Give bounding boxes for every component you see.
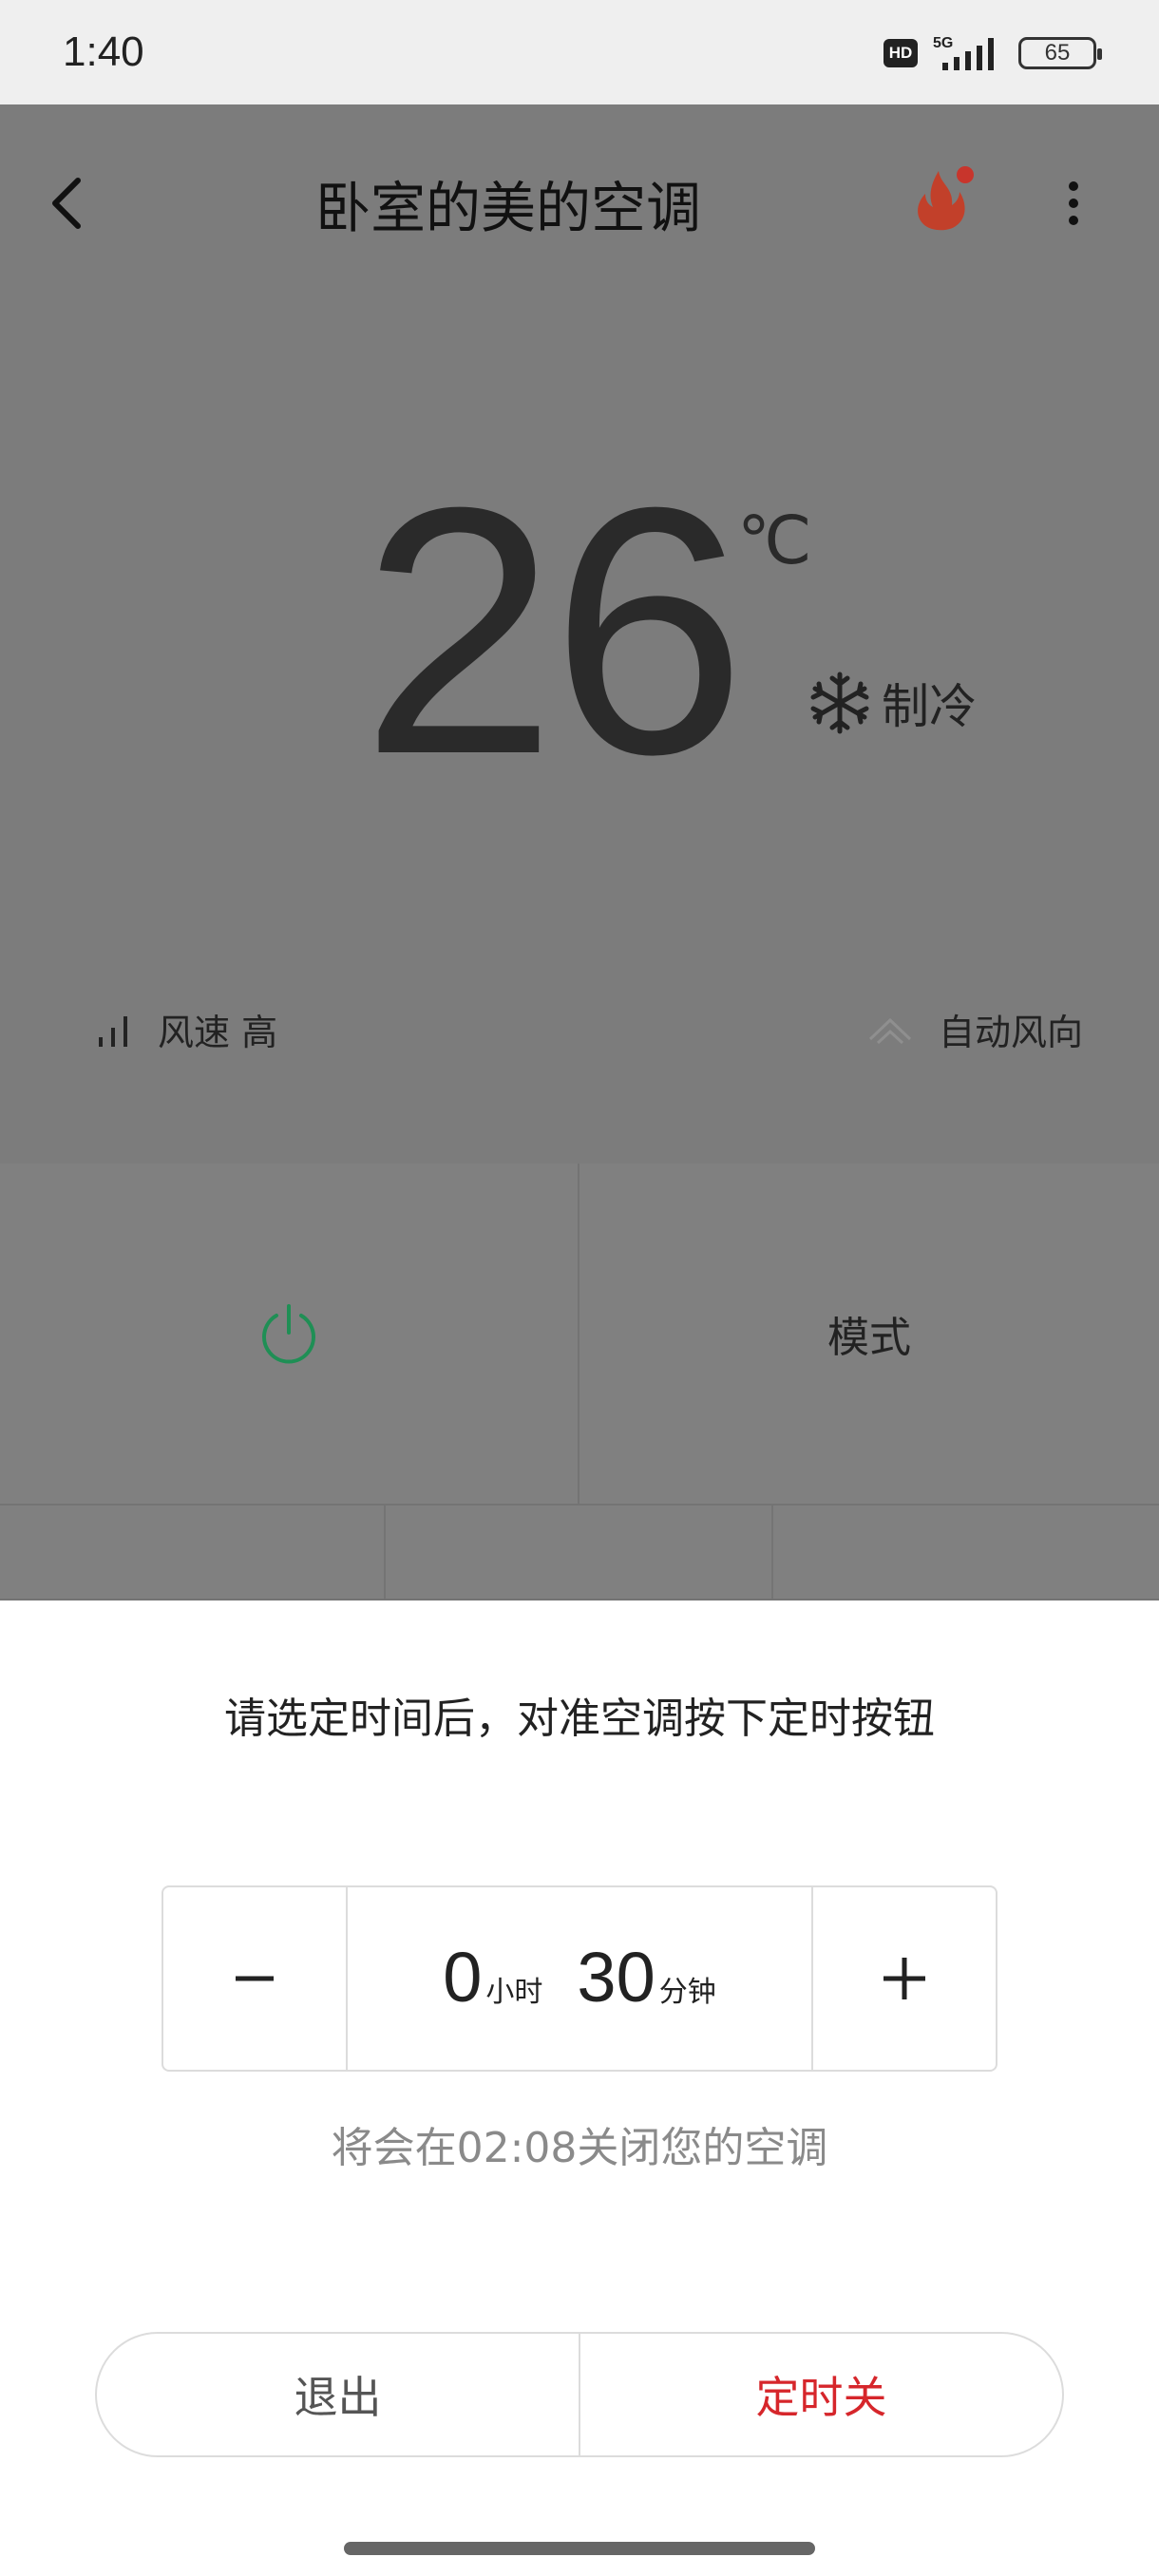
signal-5g-icon: 5G	[933, 35, 994, 70]
timer-display: 0 小时 30 分钟	[348, 1887, 811, 2070]
status-bar: 1:40 HD 5G 65	[0, 0, 1159, 104]
fan-speed[interactable]: 风速 高	[95, 1003, 277, 1055]
device-panel: 卧室的美的空调 26 ℃ 制冷 风速 高 自动风向	[0, 104, 1159, 1164]
fire-icon	[918, 166, 974, 231]
minus-icon	[236, 1976, 274, 1981]
increase-button[interactable]	[811, 1887, 996, 2070]
fire-button[interactable]	[910, 161, 977, 237]
power-icon	[262, 1304, 315, 1364]
battery-icon: 65	[1018, 37, 1102, 69]
more-icon	[1069, 181, 1078, 225]
power-button[interactable]	[0, 1164, 580, 1506]
hours-unit: 小时	[485, 1976, 543, 2009]
mode-button[interactable]: 模式	[580, 1164, 1159, 1506]
mode-button-label: 模式	[827, 1314, 911, 1362]
action-bar: 退出 定时关	[95, 2332, 1064, 2457]
status-icons: HD 5G 65	[884, 34, 1102, 72]
temperature-value: 26	[361, 435, 747, 827]
exit-button[interactable]: 退出	[97, 2334, 580, 2455]
more-button[interactable]	[1054, 165, 1092, 241]
timer-off-button[interactable]: 定时关	[580, 2334, 1062, 2455]
page-title: 卧室的美的空调	[314, 176, 701, 240]
battery-level: 65	[1044, 40, 1071, 66]
hours-value: 0	[443, 1938, 483, 2017]
timer-instruction: 请选定时间后，对准空调按下定时按钮	[224, 1695, 935, 1743]
control-cell-1[interactable]	[0, 1506, 386, 1601]
fan-speed-icon	[99, 1015, 127, 1047]
hd-icon: HD	[884, 39, 918, 67]
wind-direction[interactable]: 自动风向	[866, 1003, 1083, 1055]
timer-note: 将会在02:08关闭您的空调	[331, 2124, 828, 2172]
status-time: 1:40	[63, 28, 144, 75]
decrease-button[interactable]	[163, 1887, 348, 2070]
network-label: 5G	[933, 35, 953, 51]
minutes-unit: 分钟	[658, 1976, 716, 2009]
wind-direction-label: 自动风向	[938, 1012, 1083, 1053]
plus-icon	[884, 1958, 925, 1999]
timer-stepper: 0 小时 30 分钟	[162, 1885, 998, 2072]
fan-speed-label: 风速 高	[158, 1012, 278, 1053]
temperature-unit: ℃	[737, 502, 812, 579]
nav-bar: 卧室的美的空调	[0, 104, 1159, 285]
minutes-value: 30	[577, 1938, 656, 2017]
mode-indicator: 制冷	[808, 669, 977, 737]
home-indicator[interactable]	[344, 2542, 815, 2555]
wind-direction-icon	[868, 1017, 912, 1044]
mode-label: 制冷	[882, 679, 977, 734]
control-cell-2[interactable]	[386, 1506, 773, 1601]
timer-sheet: 请选定时间后，对准空调按下定时按钮 0 小时 30 分钟 将会在02:08关闭您…	[0, 1601, 1159, 2576]
control-cell-3[interactable]	[773, 1506, 1159, 1601]
snowflake-icon	[810, 672, 869, 734]
control-grid: 模式	[0, 1164, 1159, 1601]
